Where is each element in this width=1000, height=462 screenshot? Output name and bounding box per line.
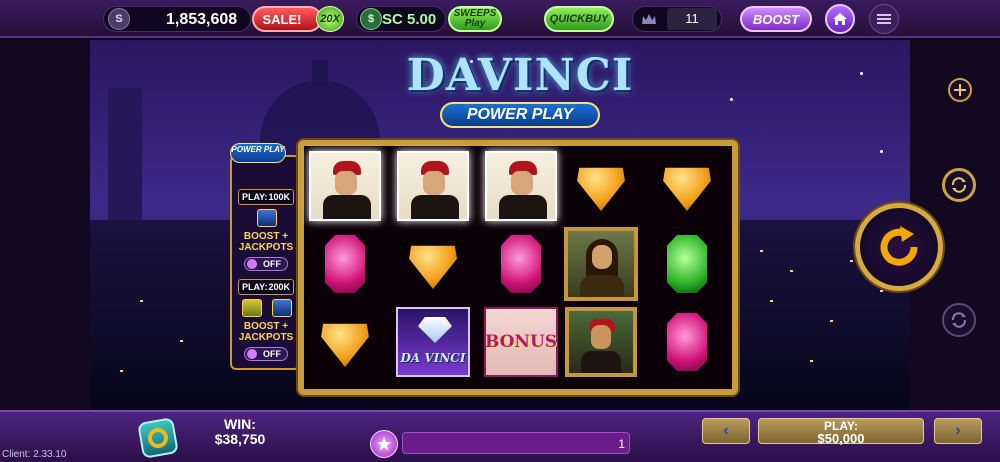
sweeps-coin-icon: $ [360,8,382,30]
orange-gem-symbol [577,167,625,211]
game-subtitle: POWER PLAY [440,102,600,128]
bet-plus-button[interactable] [948,78,972,102]
reel-cell [648,226,726,302]
toggle-knob-icon [247,259,257,269]
client-version: Client: 2.33.10 [2,449,67,460]
tier1-feature: BOOST + JACKPOTS [238,231,294,253]
toggle-knob-icon [247,349,257,359]
reel-cell [562,226,640,302]
gold-balance: 1,853,608 [166,11,238,28]
player-level: 11 [667,8,717,30]
top-bar: S 1,853,608 SALE! 20X $ SC 5.00 SWEEPS P… [0,0,1000,38]
reel-cell [394,226,472,302]
gold-balance-pill: S 1,853,608 [103,6,251,32]
menu-icon [877,14,891,24]
tier2-wild-icon-b [272,299,292,317]
tier1-toggle[interactable]: OFF [244,257,288,271]
sweeps-play-button[interactable]: SWEEPS Play [448,6,502,32]
star-icon [377,437,391,451]
win-value: $38,750 [214,431,266,447]
reel-grid: DA VINCI BONUS [298,140,738,395]
power-play-header: POWER PLAY [230,143,286,163]
pink-gem-symbol [667,313,707,371]
progress-value: 1 [618,437,625,451]
tier1-toggle-label: OFF [263,259,281,269]
quest-icon [146,426,170,450]
win-label: WIN: [224,416,256,432]
tier2-play-value: 200K [268,282,290,292]
play-bet-display[interactable]: PLAY: $50,000 [758,418,924,446]
davinci-portrait-symbol [397,151,469,221]
star-badge [370,430,398,458]
bonus-symbol: BONUS [484,307,558,377]
tier2-toggle[interactable]: OFF [244,347,288,361]
sweeps-balance-pill: $ SC 5.00 [356,6,446,32]
tier2-toggle-label: OFF [263,349,281,359]
level-progress-bar: 1 [402,432,630,454]
framed-portrait-symbol [565,307,637,377]
crown-icon [642,14,656,24]
autospin-button[interactable] [942,168,976,202]
spin-button[interactable] [855,203,943,291]
turbo-button[interactable] [942,303,976,337]
reel-cell: BONUS [482,304,560,380]
tier1-play: PLAY: 100K [238,189,294,205]
gold-coin-icon: S [108,8,130,30]
reel-cell [306,226,384,302]
davinci-portrait-symbol [309,151,381,221]
autospin-icon [951,177,967,193]
level-pill: 11 [632,6,722,32]
orange-gem-symbol [663,167,711,211]
reel-cell [482,148,560,224]
sale-button[interactable]: SALE! [252,6,322,32]
sweeps-balance: SC 5.00 [382,11,437,28]
quick-buy-button[interactable]: QUICKBUY [544,6,614,32]
tier2-feature: BOOST + JACKPOTS [238,321,294,343]
left-margin [0,40,90,410]
pink-gem-symbol [325,235,365,293]
davinci-portrait-symbol [485,151,557,221]
slot-game-screen: S 1,853,608 SALE! 20X $ SC 5.00 SWEEPS P… [0,0,1000,462]
orange-gem-symbol [321,323,369,367]
tier2-play-label: PLAY: [242,282,268,292]
reel-cell [562,304,640,380]
tier2-play: PLAY: 200K [238,279,294,295]
turbo-icon [951,312,967,328]
boost-button[interactable]: BOOST [740,6,812,32]
tier1-play-value: 100K [268,192,290,202]
spin-arrow-icon [880,226,918,266]
home-icon [833,13,847,25]
game-title: DAVINCI [406,50,634,101]
bet-increase-button[interactable]: › [934,418,982,444]
mona-lisa-symbol [564,227,638,301]
plus-icon [954,84,966,96]
dome-lantern [312,60,328,86]
reel-cell: DA VINCI [394,304,472,380]
play-value: $50,000 [817,431,865,446]
reel-cell [648,148,726,224]
reel-cell [306,148,384,224]
tier2-wild-icon-a [242,299,262,317]
menu-button[interactable] [869,4,899,34]
game-logo: DAVINCI POWER PLAY [405,50,635,130]
bet-decrease-button[interactable]: ‹ [702,418,750,444]
power-play-panel: POWER PLAY PLAY: 100K BOOST + JACKPOTS O… [230,143,300,370]
green-gem-symbol [667,235,707,293]
bottom-bar: WIN: $38,750 1 ‹ PLAY: $50,000 › [0,410,1000,462]
tier1-play-label: PLAY: [242,192,268,202]
quest-button[interactable] [137,417,179,459]
reel-cell [562,148,640,224]
pink-gem-symbol [501,235,541,293]
home-button[interactable] [825,4,855,34]
sale-multiplier-badge: 20X [316,6,344,32]
reel-cell [394,148,472,224]
reel-cell [648,304,726,380]
tier1-wild-icon [257,209,277,227]
reel-cell [482,226,560,302]
orange-gem-symbol [409,245,457,289]
reel-cell [306,304,384,380]
davinci-wild-symbol: DA VINCI [396,307,470,377]
